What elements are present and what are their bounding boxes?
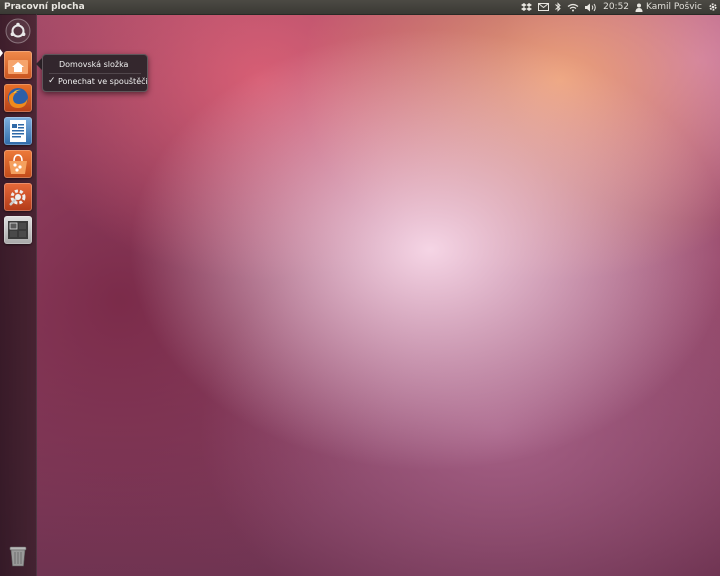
quicklist-menu: Domovská složka ✓ Ponechat ve spouštěči: [42, 54, 148, 92]
mail-icon[interactable]: [538, 0, 550, 14]
launcher: [0, 14, 37, 576]
quicklist-title[interactable]: Domovská složka: [59, 60, 128, 69]
launcher-workspace-switcher[interactable]: [4, 216, 32, 244]
quicklist-item-label: Ponechat ve spouštěči: [58, 76, 148, 86]
session-gear-icon[interactable]: [708, 0, 718, 14]
settings-icon: [9, 189, 26, 206]
volume-icon[interactable]: [585, 0, 597, 14]
firefox-icon: [8, 88, 28, 108]
dropbox-icon[interactable]: [521, 0, 533, 14]
trash-icon: [9, 546, 27, 567]
running-indicator: [0, 49, 3, 57]
user-name: Kamil Pošvic: [646, 2, 702, 12]
user-menu[interactable]: Kamil Pošvic: [635, 0, 702, 14]
panel-title: Pracovní plocha: [4, 2, 85, 12]
home-folder-icon: [8, 60, 28, 74]
wifi-icon[interactable]: [567, 0, 579, 14]
writer-icon: [10, 120, 26, 142]
top-panel: Pracovní plocha 20:52 Kamil Pošvic: [0, 0, 720, 14]
ubuntu-logo-icon: [5, 18, 31, 44]
quicklist-item-keep-in-launcher[interactable]: ✓ Ponechat ve spouštěči: [48, 76, 148, 86]
launcher-firefox[interactable]: [4, 84, 32, 112]
launcher-trash[interactable]: [4, 541, 32, 569]
launcher-system-settings[interactable]: [4, 183, 32, 211]
software-center-icon: [9, 154, 27, 174]
dash-home-button[interactable]: [4, 17, 32, 45]
launcher-home-folder[interactable]: [4, 51, 32, 79]
indicator-area: 20:52 Kamil Pošvic: [515, 0, 718, 14]
quicklist-separator: [49, 73, 141, 74]
launcher-software-center[interactable]: [4, 150, 32, 178]
user-icon: [635, 3, 643, 12]
checkmark-icon: ✓: [48, 76, 56, 86]
workspace-icon: [8, 221, 28, 239]
launcher-writer[interactable]: [4, 117, 32, 145]
clock[interactable]: 20:52: [603, 0, 629, 14]
bluetooth-icon[interactable]: [555, 0, 561, 14]
